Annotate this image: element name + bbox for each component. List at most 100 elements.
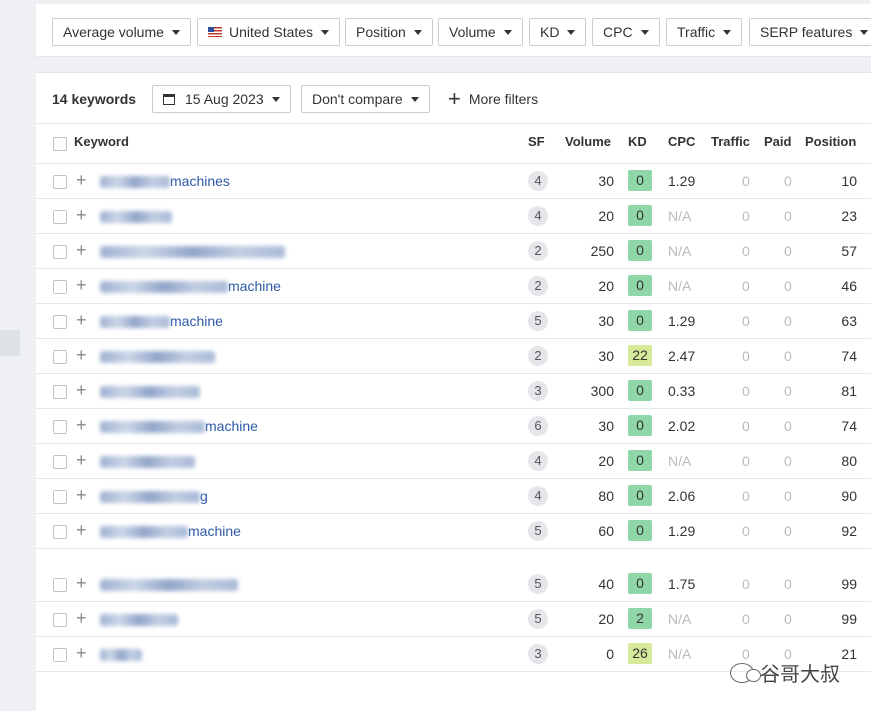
filter-dropdown-1[interactable]: United States — [197, 18, 341, 46]
keyword-link[interactable]: machine — [100, 313, 223, 329]
filter-dropdown-4[interactable]: KD — [529, 18, 587, 46]
serp-features-badge[interactable]: 5 — [528, 574, 548, 594]
position-value: 63 — [841, 313, 857, 329]
us-flag-icon — [208, 27, 222, 37]
compare-dropdown[interactable]: Don't compare — [301, 85, 430, 113]
row-checkbox[interactable] — [53, 315, 67, 329]
keyword-link[interactable] — [100, 611, 178, 627]
table-row[interactable]: + machines 4 30 0 1.29 0 0 10 — [36, 164, 871, 199]
table-row[interactable]: +5 40 0 1.75 0 0 99 — [36, 567, 871, 602]
serp-features-badge[interactable]: 4 — [528, 486, 548, 506]
keyword-link[interactable] — [100, 576, 238, 592]
filter-label: SERP features — [760, 24, 853, 40]
row-checkbox[interactable] — [53, 385, 67, 399]
paid-value: 0 — [784, 418, 792, 434]
add-to-list-icon[interactable]: + — [76, 450, 87, 471]
select-all-checkbox[interactable] — [53, 137, 67, 151]
col-paid[interactable]: Paid — [764, 134, 791, 149]
add-to-list-icon[interactable]: + — [76, 415, 87, 436]
traffic-value: 0 — [742, 453, 750, 469]
row-checkbox[interactable] — [53, 525, 67, 539]
sidebar-collapse-handle[interactable] — [0, 330, 20, 356]
row-checkbox[interactable] — [53, 175, 67, 189]
add-to-list-icon[interactable]: + — [76, 573, 87, 594]
chevron-down-icon — [723, 29, 732, 35]
table-row[interactable]: + machine 6 30 0 2.02 0 0 74 — [36, 409, 871, 444]
table-row[interactable]: + machine 2 20 0 N/A 0 0 46 — [36, 269, 871, 304]
add-to-list-icon[interactable]: + — [76, 205, 87, 226]
row-checkbox[interactable] — [53, 578, 67, 592]
filter-dropdown-0[interactable]: Average volume — [52, 18, 191, 46]
serp-features-badge[interactable]: 4 — [528, 206, 548, 226]
serp-features-badge[interactable]: 2 — [528, 276, 548, 296]
position-value: 21 — [841, 646, 857, 662]
row-checkbox[interactable] — [53, 455, 67, 469]
table-row[interactable]: +4 20 0 N/A 0 0 80 — [36, 444, 871, 479]
keyword-link[interactable] — [100, 208, 172, 224]
more-filters-button[interactable]: + More filters — [448, 85, 538, 113]
table-row[interactable]: +3 300 0 0.33 0 0 81 — [36, 374, 871, 409]
keyword-link[interactable] — [100, 453, 195, 469]
volume-value: 250 — [590, 243, 614, 259]
col-position[interactable]: Position — [805, 134, 856, 149]
serp-features-badge[interactable]: 3 — [528, 381, 548, 401]
filter-dropdown-2[interactable]: Position — [345, 18, 433, 46]
table-row[interactable]: +4 20 0 N/A 0 0 23 — [36, 199, 871, 234]
row-checkbox[interactable] — [53, 245, 67, 259]
row-checkbox[interactable] — [53, 648, 67, 662]
keyword-link[interactable] — [100, 348, 215, 364]
serp-features-badge[interactable]: 4 — [528, 171, 548, 191]
filter-dropdown-3[interactable]: Volume — [438, 18, 523, 46]
add-to-list-icon[interactable]: + — [76, 380, 87, 401]
watermark: 谷哥大叔 — [730, 658, 840, 687]
serp-features-badge[interactable]: 2 — [528, 346, 548, 366]
col-volume[interactable]: Volume — [565, 134, 611, 149]
keyword-link[interactable]: g — [100, 488, 208, 504]
col-traffic[interactable]: Traffic — [711, 134, 750, 149]
keyword-link[interactable] — [100, 646, 142, 662]
row-checkbox[interactable] — [53, 420, 67, 434]
serp-features-badge[interactable]: 5 — [528, 311, 548, 331]
col-sf[interactable]: SF — [528, 134, 545, 149]
serp-features-badge[interactable]: 5 — [528, 609, 548, 629]
row-checkbox[interactable] — [53, 490, 67, 504]
serp-features-badge[interactable]: 2 — [528, 241, 548, 261]
row-checkbox[interactable] — [53, 350, 67, 364]
add-to-list-icon[interactable]: + — [76, 608, 87, 629]
add-to-list-icon[interactable]: + — [76, 520, 87, 541]
table-row[interactable]: +5 20 2 N/A 0 0 99 — [36, 602, 871, 637]
table-row[interactable]: + machine 5 60 0 1.29 0 0 92 — [36, 514, 871, 549]
add-to-list-icon[interactable]: + — [76, 345, 87, 366]
serp-features-badge[interactable]: 6 — [528, 416, 548, 436]
table-row[interactable]: +2 30 22 2.47 0 0 74 — [36, 339, 871, 374]
keyword-link[interactable]: machine — [100, 523, 241, 539]
serp-features-badge[interactable]: 4 — [528, 451, 548, 471]
filter-dropdown-6[interactable]: Traffic — [666, 18, 743, 46]
serp-features-badge[interactable]: 3 — [528, 644, 548, 664]
add-to-list-icon[interactable]: + — [76, 643, 87, 664]
row-checkbox[interactable] — [53, 613, 67, 627]
serp-features-badge[interactable]: 5 — [528, 521, 548, 541]
col-kd[interactable]: KD — [628, 134, 647, 149]
add-to-list-icon[interactable]: + — [76, 485, 87, 506]
date-picker-button[interactable]: 15 Aug 2023 — [152, 85, 291, 113]
filter-dropdown-5[interactable]: CPC — [592, 18, 660, 46]
table-row[interactable]: +2 250 0 N/A 0 0 57 — [36, 234, 871, 269]
table-row[interactable]: + g 4 80 0 2.06 0 0 90 — [36, 479, 871, 514]
table-row[interactable]: + machine 5 30 0 1.29 0 0 63 — [36, 304, 871, 339]
col-keyword[interactable]: Keyword — [74, 134, 129, 149]
keyword-link[interactable]: machine — [100, 418, 258, 434]
filter-dropdown-7[interactable]: SERP features — [749, 18, 871, 46]
keyword-link[interactable] — [100, 243, 285, 259]
row-checkbox[interactable] — [53, 210, 67, 224]
keyword-link[interactable]: machines — [100, 173, 230, 189]
add-to-list-icon[interactable]: + — [76, 240, 87, 261]
keyword-link[interactable]: machine — [100, 278, 281, 294]
add-to-list-icon[interactable]: + — [76, 310, 87, 331]
col-cpc[interactable]: CPC — [668, 134, 695, 149]
add-to-list-icon[interactable]: + — [76, 275, 87, 296]
cpc-value: N/A — [668, 208, 692, 224]
row-checkbox[interactable] — [53, 280, 67, 294]
keyword-link[interactable] — [100, 383, 200, 399]
add-to-list-icon[interactable]: + — [76, 170, 87, 191]
